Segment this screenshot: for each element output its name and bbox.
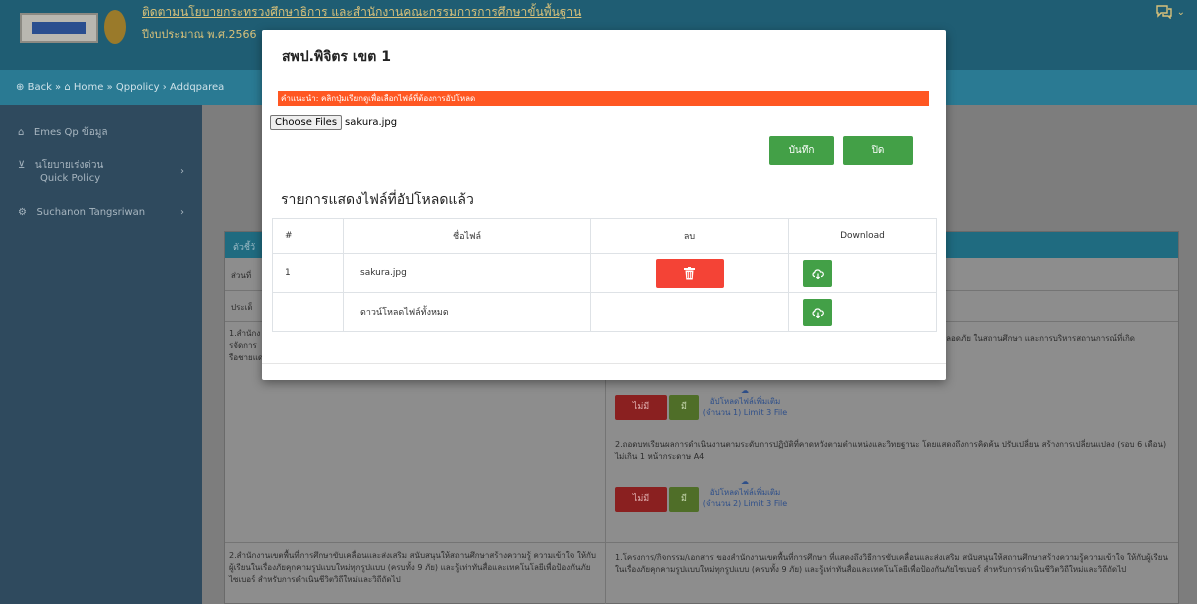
uploaded-files-table: # ชื่อไฟล์ ลบ Download 1 sakura.jpg ดาวน… <box>272 218 937 332</box>
selected-file-name: sakura.jpg <box>345 117 398 128</box>
upload-cloud-icon: ☁ <box>741 477 749 486</box>
site-title: ติดตามนโยบายกระทรวงศึกษาธิการ และสำนักงา… <box>142 5 582 19</box>
sidebar-item-emes[interactable]: ⌂ Emes Qp ข้อมูล <box>18 125 107 140</box>
uploaded-files-heading: รายการแสดงไฟล์ที่อัปโหลดแล้ว <box>281 192 474 208</box>
row-number: 1 <box>272 253 344 293</box>
gift-icon: ⊻ <box>18 160 26 171</box>
table-cell: ปลอดภัย ในสถานศึกษา และการบริหารสถานการณ… <box>941 334 1135 343</box>
cloud-download-icon <box>811 268 824 279</box>
chat-chevron: ⌄ <box>1176 7 1185 18</box>
table-row: 1 sakura.jpg <box>272 253 937 293</box>
chevron-right-icon: › <box>180 166 184 177</box>
modal-title: สพป.พิจิตร เขต 1 <box>282 49 391 65</box>
column-header: Download <box>788 218 937 254</box>
sidebar: ⌂ Emes Qp ข้อมูล ⊻ นโยบายเร่งด่วน Quick … <box>0 105 202 604</box>
sidebar-item-quick-policy[interactable]: ⊻ นโยบายเร่งด่วน Quick Policy › <box>18 158 184 184</box>
delete-file-button[interactable] <box>655 258 724 288</box>
column-header: ลบ <box>590 218 789 254</box>
upload-cloud-icon: ☁ <box>741 386 749 395</box>
sidebar-item-sublabel: Quick Policy <box>40 173 101 184</box>
sidebar-item-label: Suchanon Tangsriwan <box>36 207 146 218</box>
table-row-label: ประเด็ <box>231 303 253 312</box>
column-header: # <box>272 218 344 254</box>
sidebar-item-label: Emes Qp ข้อมูล <box>33 127 108 138</box>
breadcrumb-qppolicy[interactable]: Qppolicy <box>116 82 160 93</box>
back-icon: ⊕ <box>16 82 25 93</box>
home-icon: ⌂ <box>18 127 25 138</box>
column-header: ชื่อไฟล์ <box>343 218 591 254</box>
close-button[interactable]: ปิด <box>843 136 913 165</box>
modal-divider <box>262 363 946 364</box>
home-icon: ⌂ <box>64 82 71 93</box>
breadcrumb-current: Addqparea <box>169 82 225 93</box>
ministry-emblem <box>104 10 126 44</box>
upload-modal: สพป.พิจิตร เขต 1 คำแนะนำ: คลิกปุ่มเรียกด… <box>262 30 946 380</box>
no-button[interactable]: ไม่มี <box>615 487 667 512</box>
site-subtitle: ปีงบประมาณ พ.ศ.2566 <box>142 28 257 41</box>
no-button[interactable]: ไม่มี <box>615 395 667 420</box>
breadcrumb-home[interactable]: Home <box>74 82 104 93</box>
table-cell: 1.โครงการ/กิจกรรม/เอกสาร ของสำนักงานเขตพ… <box>615 553 1168 574</box>
chevron-right-icon: › <box>180 207 184 218</box>
table-cell: 2.ถอดบทเรียนผลการดำเนินงานตามระดับการปฏิ… <box>615 440 1167 461</box>
gear-icon: ⚙ <box>18 207 27 218</box>
sidebar-item-label: นโยบายเร่งด่วน <box>34 160 104 171</box>
obec-logo <box>20 13 98 43</box>
download-all-label: ดาวน์โหลดไฟล์ทั้งหมด <box>343 292 591 332</box>
table-header-row: # ชื่อไฟล์ ลบ Download <box>272 218 937 254</box>
breadcrumb-back[interactable]: Back <box>28 82 52 93</box>
save-button[interactable]: บันทึก <box>769 136 834 165</box>
file-name-cell: sakura.jpg <box>343 253 591 293</box>
table-row-label: ส่วนที่ <box>231 271 252 280</box>
chat-icon[interactable]: ⌄ <box>1156 4 1185 20</box>
trash-icon <box>684 266 695 279</box>
table-cell: 2.สำนักงานเขตพื้นที่การศึกษาขับเคลื่อนแล… <box>229 551 596 584</box>
choose-files-button[interactable]: Choose Files <box>270 115 343 130</box>
table-header-label: ตัวชี้วั <box>233 243 256 253</box>
instruction-notice: คำแนะนำ: คลิกปุ่มเรียกดูเพื่อเลือกไฟล์ที… <box>278 91 929 106</box>
download-all-button[interactable] <box>803 298 832 326</box>
row-number <box>272 292 344 332</box>
table-row: ดาวน์โหลดไฟล์ทั้งหมด <box>272 292 937 332</box>
sidebar-item-user[interactable]: ⚙ Suchanon Tangsriwan › <box>18 207 184 218</box>
cloud-download-icon <box>811 307 824 318</box>
file-chooser: Choose Files sakura.jpg <box>270 115 397 130</box>
upload-more-link-2[interactable]: ☁ อัปโหลดไฟล์เพิ่มเติม (จำนวน 2) Limit 3… <box>695 476 795 509</box>
download-file-button[interactable] <box>803 259 832 287</box>
upload-more-link-1[interactable]: ☁ อัปโหลดไฟล์เพิ่มเติม (จำนวน 1) Limit 3… <box>695 385 795 418</box>
